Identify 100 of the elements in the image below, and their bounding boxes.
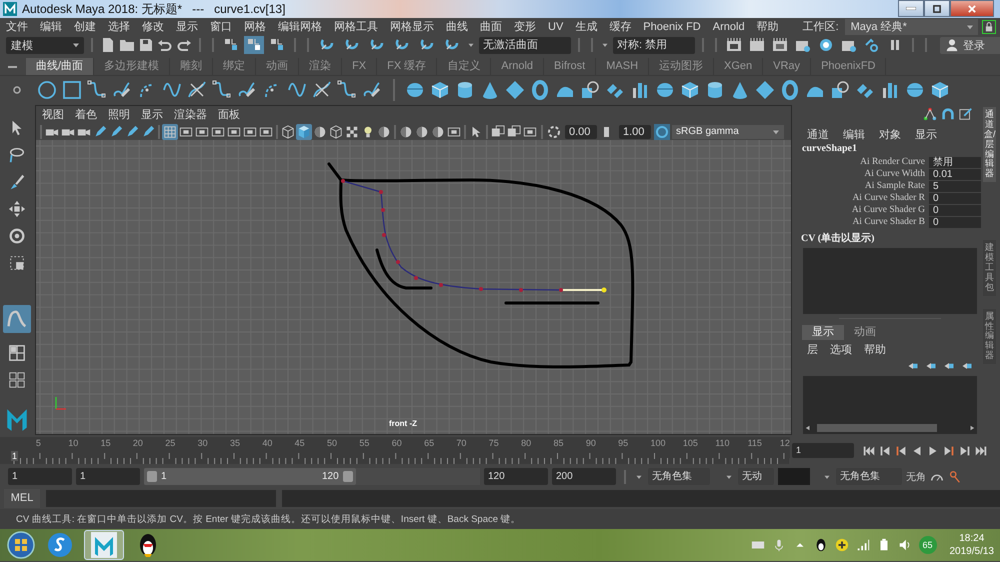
pencil-curve-icon[interactable] — [112, 80, 132, 100]
menu-item[interactable]: UV — [548, 20, 564, 32]
layer-editor-tab[interactable]: 动画 — [844, 325, 886, 340]
cut-curve-icon[interactable] — [187, 80, 207, 100]
cv-point[interactable] — [602, 288, 606, 292]
stacked-squares-icon[interactable] — [490, 124, 506, 140]
wireframe-cube-icon[interactable] — [328, 124, 344, 140]
ipr-icon[interactable] — [864, 37, 880, 53]
save-icon[interactable] — [138, 37, 154, 53]
scroll-left-icon[interactable] — [805, 424, 811, 432]
layer-move-icon[interactable] — [925, 360, 937, 372]
maya-app-icon[interactable] — [91, 532, 117, 558]
plus-badge-icon[interactable] — [834, 538, 848, 552]
start-time-field[interactable]: 1 — [8, 468, 72, 485]
diamond-icon[interactable] — [755, 80, 775, 100]
menu-item[interactable]: 显示 — [176, 19, 198, 34]
edit-icon[interactable] — [959, 107, 973, 121]
cone-icon[interactable] — [480, 80, 500, 100]
mel-button[interactable]: MEL — [4, 489, 40, 508]
panel-menu-item[interactable]: 面板 — [218, 107, 240, 122]
pencil-curve-icon[interactable] — [237, 80, 257, 100]
menu-item[interactable]: 曲面 — [480, 19, 502, 34]
skip-to-start-icon[interactable] — [862, 444, 876, 458]
color-space-dropdown[interactable]: sRGB gamma — [672, 124, 784, 138]
attribute-value-field[interactable]: 禁用 — [929, 156, 981, 168]
mode-dropdown[interactable]: 建模 — [6, 36, 84, 54]
menu-item[interactable]: 网格显示 — [390, 19, 434, 34]
menu-item[interactable]: 帮助 — [756, 19, 779, 34]
range-handle[interactable] — [342, 471, 353, 482]
range-handle[interactable] — [147, 471, 157, 482]
menu-item[interactable]: Phoenix FD — [643, 20, 701, 32]
symmetry-field[interactable]: 对称: 禁用 — [613, 36, 695, 54]
channel-box-menu-item[interactable]: 编辑 — [843, 126, 865, 142]
channel-box-menu-item[interactable]: 显示 — [915, 126, 937, 142]
panel-menu-item[interactable]: 渲染器 — [174, 107, 207, 122]
diamond-icon[interactable] — [505, 80, 525, 100]
folder-icon[interactable] — [119, 37, 135, 53]
panel-menu-item[interactable]: 显示 — [141, 107, 163, 122]
color-management-icon[interactable] — [654, 124, 670, 140]
browser-app-icon[interactable] — [47, 532, 73, 558]
square-icon[interactable] — [62, 80, 82, 100]
notification-count-badge[interactable]: 65 — [918, 536, 936, 554]
layer-move-icon[interactable] — [907, 360, 919, 372]
cut-curve-icon[interactable] — [312, 80, 332, 100]
signal-bars-icon[interactable] — [856, 538, 870, 552]
current-frame-marker[interactable]: 1 — [11, 451, 18, 461]
attribute-value-field[interactable]: 5 — [929, 180, 981, 192]
cylinder-icon[interactable] — [455, 80, 475, 100]
command-result-field[interactable] — [282, 490, 1000, 507]
cube-icon[interactable] — [430, 80, 450, 100]
circle-icon[interactable] — [37, 80, 57, 100]
attribute-value-field[interactable]: 0 — [929, 192, 981, 204]
menu-item[interactable]: 窗口 — [210, 19, 232, 34]
layer-menu-item[interactable]: 选项 — [830, 342, 852, 356]
menu-item[interactable]: 创建 — [74, 19, 96, 34]
menu-item[interactable]: Arnold — [712, 20, 745, 32]
step-back-icon[interactable] — [894, 444, 908, 458]
shelf-tab[interactable]: 曲线/曲面 — [26, 58, 94, 75]
penguin-icon[interactable] — [814, 538, 828, 552]
max-time-field[interactable]: 200 — [552, 468, 616, 485]
render-icon[interactable] — [749, 37, 765, 53]
current-frame-field[interactable]: 1 — [792, 443, 854, 458]
attribute-value-field[interactable]: 0.01 — [929, 168, 981, 180]
end-time-field[interactable]: 120 — [484, 468, 548, 485]
step-forward-icon[interactable] — [942, 444, 956, 458]
command-input-field[interactable] — [46, 490, 276, 507]
cv-curve-icon[interactable] — [212, 80, 232, 100]
menu-item[interactable]: 生成 — [575, 19, 598, 34]
gamma-field[interactable]: 1.00 — [619, 124, 651, 138]
bar-chart-icon[interactable] — [630, 80, 650, 100]
panel-menu-item[interactable]: 着色 — [75, 107, 97, 122]
side-panel-tab[interactable]: 建模工具包 — [983, 240, 996, 296]
shaded-cube-icon[interactable] — [296, 124, 312, 140]
cube-icon[interactable] — [930, 80, 950, 100]
sphere-icon[interactable] — [405, 80, 425, 100]
menu-item[interactable]: 修改 — [142, 19, 164, 34]
menu-item[interactable]: 编辑网格 — [278, 19, 322, 34]
cone-icon[interactable] — [730, 80, 750, 100]
pencil-curve-icon[interactable] — [362, 80, 382, 100]
range-slider[interactable] — [144, 468, 356, 485]
panel-menu-item[interactable]: 照明 — [108, 107, 130, 122]
menu-item[interactable]: 缓存 — [609, 19, 632, 34]
stacked-squares-icon[interactable] — [506, 124, 522, 140]
menu-item[interactable]: 网格 — [244, 19, 266, 34]
layer-menu-item[interactable]: 层 — [807, 342, 818, 356]
exposure-icon[interactable] — [546, 124, 562, 140]
horizontal-scrollbar[interactable] — [803, 422, 977, 434]
workspace-dropdown[interactable]: Maya 经典* — [844, 18, 978, 34]
character-set-dropdown[interactable]: 无角色集 — [648, 468, 710, 485]
channel-box-menu-item[interactable]: 通道 — [807, 126, 829, 142]
exposure-field[interactable]: 0.00 — [565, 124, 597, 138]
attribute-value-field[interactable]: 0 — [929, 204, 981, 216]
grid-icon[interactable] — [162, 124, 178, 140]
animation-layer-dropdown[interactable]: 无动 — [738, 468, 774, 485]
new-layer-icon[interactable] — [943, 360, 955, 372]
menu-item[interactable]: 文件 — [6, 19, 28, 34]
login-dropdown[interactable]: 登录 — [940, 36, 1000, 54]
render-icon[interactable] — [772, 37, 788, 53]
render-icon[interactable] — [726, 37, 742, 53]
new-layer-icon[interactable] — [961, 360, 973, 372]
